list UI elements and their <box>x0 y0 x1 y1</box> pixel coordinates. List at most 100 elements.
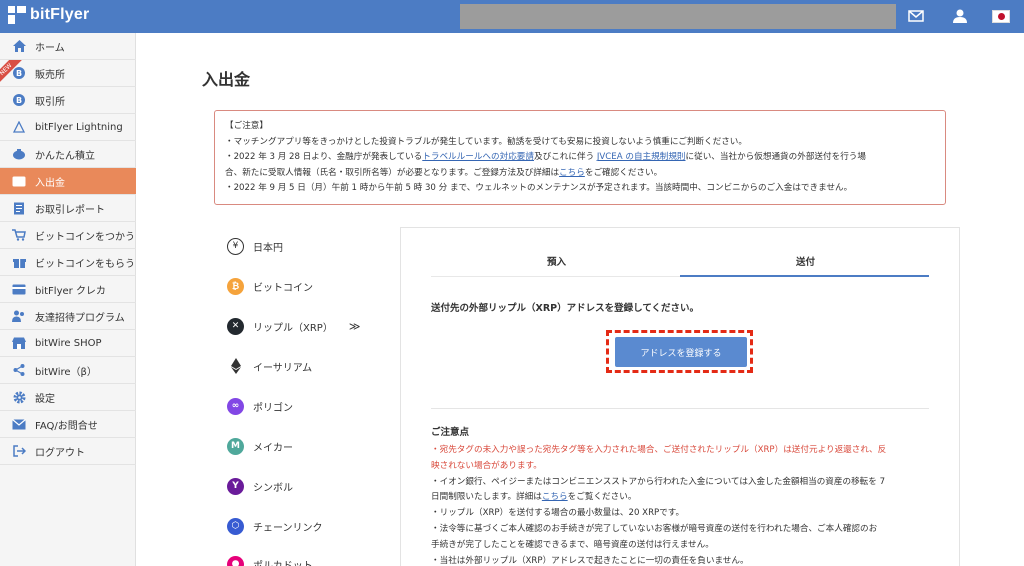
xrp-icon: ✕ <box>227 317 244 335</box>
currency-label: 日本円 <box>253 242 283 254</box>
sidebar-item-deposit-withdraw[interactable]: 入出金 <box>0 168 136 195</box>
notice-line: ・2022 年 3 月 28 日より、金融庁が発表しているトラベルルールへの対応… <box>225 150 935 166</box>
japan-flag-icon[interactable] <box>992 10 1010 23</box>
notice-line: ・マッチングアプリ等をきっかけとした投資トラブルが発生しています。勧誘を受けても… <box>225 136 747 147</box>
caution-item: ・イオン銀行、ペイジーまたはコンビニエンスストアから行われた入金については入金し… <box>431 476 886 487</box>
sidebar-item-logout[interactable]: ログアウト <box>0 438 136 465</box>
currency-item-ethereum[interactable]: イーサリアム <box>227 355 397 377</box>
sidebar-item-label: 設定 <box>35 393 55 405</box>
page-title: 入出金 <box>202 70 251 89</box>
currency-label: ビットコイン <box>253 282 313 294</box>
section-divider <box>431 408 929 409</box>
sidebar-item-trade-report[interactable]: お取引レポート <box>0 195 136 222</box>
sidebar-item-exchange[interactable]: B 取引所 <box>0 87 136 114</box>
bitcoin-coin-icon: B <box>12 93 26 107</box>
sidebar-item-label: bitFlyer Lightning <box>35 121 123 133</box>
sidebar-item-label: ビットコインをつかう <box>35 231 135 243</box>
caution-title: ご注意点 <box>431 427 470 438</box>
gear-icon <box>12 390 26 404</box>
notice-text: 及びこれに伴う <box>534 152 597 163</box>
sidebar-item-label: FAQ/お問合せ <box>35 420 98 432</box>
bitcoin-icon: ₿ <box>227 277 244 295</box>
shop-icon <box>12 336 26 350</box>
details-link[interactable]: こちら <box>559 168 585 178</box>
caution-item: 手続きが完了したことを確認できるまで、暗号資産の送付は行えません。 <box>431 539 714 550</box>
currency-label: イーサリアム <box>253 362 313 374</box>
sidebar-item-credit-card[interactable]: bitFlyer クレカ <box>0 276 136 303</box>
top-bar: bitFlyer <box>0 0 1024 33</box>
currency-label: リップル（XRP） <box>253 322 333 334</box>
sidebar-item-bitwire-beta[interactable]: bitWire（β） <box>0 357 136 384</box>
currency-item-chainlink[interactable]: ⬡ チェーンリンク <box>227 515 397 537</box>
friends-icon <box>12 309 26 323</box>
currency-item-bitcoin[interactable]: ₿ ビットコイン <box>227 275 397 297</box>
instruction-text: 送付先の外部リップル（XRP）アドレスを登録してください。 <box>431 303 700 314</box>
caution-item: ・法令等に基づくご本人確認のお手続きが完了していないお客様が暗号資産の送付を行わ… <box>431 523 878 534</box>
currency-item-symbol[interactable]: Y シンボル <box>227 475 397 497</box>
logout-icon <box>12 444 26 458</box>
notice-text: に従い、当社から仮想通貨の外部送付を行う場 <box>685 152 866 163</box>
caution-item: ・リップル（XRP）を送付する場合の最小数量は、20 XRPです。 <box>431 508 685 519</box>
sidebar-item-invite-friends[interactable]: 友達招待プログラム <box>0 303 136 330</box>
search-input[interactable] <box>460 4 896 29</box>
sidebar-item-label: かんたん積立 <box>35 150 95 162</box>
lightning-icon <box>12 120 26 134</box>
bitflyer-logo-icon <box>8 6 26 24</box>
travel-rule-link[interactable]: トラベルルールへの対応要請 <box>422 152 534 162</box>
user-icon[interactable] <box>952 9 968 23</box>
sidebar-item-get-bitcoin[interactable]: ビットコインをもらう <box>0 249 136 276</box>
currency-item-xrp[interactable]: ✕ リップル（XRP） ≫ <box>227 315 397 337</box>
caution-list: ・宛先タグの未入力や誤った宛先タグ等を入力された場合、ご送付されたリップル（XR… <box>431 443 931 566</box>
currency-item-maker[interactable]: M メイカー <box>227 435 397 457</box>
jvcea-rules-link[interactable]: JVCEA の自主規制規則 <box>597 152 686 162</box>
notice-line: 合、新たに受取人情報（氏名・取引所名等）が必要となります。ご登録方法及び詳細はこ… <box>225 166 935 182</box>
credit-card-icon <box>12 282 26 296</box>
chainlink-icon: ⬡ <box>227 517 244 535</box>
sidebar-item-kantan-tsumitate[interactable]: かんたん積立 <box>0 141 136 168</box>
sidebar-item-label: bitFlyer クレカ <box>35 285 106 297</box>
selected-arrow-icon: ≫ <box>348 319 361 333</box>
maker-icon: M <box>227 437 244 455</box>
sidebar-item-settings[interactable]: 設定 <box>0 384 136 411</box>
sidebar-item-sales[interactable]: NEW B 販売所 <box>0 60 136 87</box>
tab-send[interactable]: 送付 <box>796 254 815 268</box>
sidebar-item-label: bitWire SHOP <box>35 337 102 349</box>
bitflyer-logo[interactable]: bitFlyer <box>8 6 89 24</box>
tab-deposit[interactable]: 預入 <box>547 254 566 268</box>
currency-item-jpy[interactable]: ¥ 日本円 <box>227 235 397 257</box>
piggy-bank-icon <box>12 147 26 161</box>
sidebar: ホーム NEW B 販売所 B 取引所 bitFlyer Lightning か… <box>0 33 136 566</box>
caution-text: 日間制限いたします。詳細は <box>431 492 542 503</box>
symbol-icon: Y <box>227 477 244 495</box>
polkadot-icon: ● <box>227 555 244 566</box>
send-panel: 預入 送付 送付先の外部リップル（XRP）アドレスを登録してください。 アドレス… <box>400 227 960 566</box>
sidebar-item-label: ビットコインをもらう <box>35 258 135 270</box>
notice-line: ・2022 年 9 月 5 日（月）午前 1 時から午前 5 時 30 分 まで… <box>225 183 853 194</box>
sidebar-item-faq[interactable]: FAQ/お問合せ <box>0 411 136 438</box>
caution-item: 映されない場合があります。 <box>431 460 542 471</box>
currency-item-polygon[interactable]: ∞ ポリゴン <box>227 395 397 417</box>
currency-label: ポルカドット <box>253 560 313 566</box>
currency-label: メイカー <box>253 442 293 454</box>
caution-item: 日間制限いたします。詳細はこちらをご覧ください。 <box>431 490 931 506</box>
sidebar-item-label: 販売所 <box>35 69 65 81</box>
currency-item-polkadot[interactable]: ● ポルカドット <box>227 553 397 566</box>
sidebar-item-label: 入出金 <box>35 177 65 189</box>
wallet-icon <box>12 174 26 188</box>
notice-text: ・2022 年 3 月 28 日より、金融庁が発表している <box>225 152 423 163</box>
sidebar-item-home[interactable]: ホーム <box>0 33 136 60</box>
sidebar-item-label: 取引所 <box>35 96 65 108</box>
caution-item: ・当社は外部リップル（XRP）アドレスで起きたことに一切の責任を負いません。 <box>431 555 749 566</box>
mail-icon <box>12 417 26 431</box>
register-address-button[interactable]: アドレスを登録する <box>615 337 747 367</box>
logo-text: bitFlyer <box>30 6 90 23</box>
notice-text: 合、新たに受取人情報（氏名・取引所名等）が必要となります。ご登録方法及び詳細は <box>225 167 560 178</box>
currency-label: チェーンリンク <box>253 522 323 534</box>
mail-icon[interactable] <box>908 9 924 23</box>
sidebar-item-use-bitcoin[interactable]: ビットコインをつかう <box>0 222 136 249</box>
sidebar-item-lightning[interactable]: bitFlyer Lightning <box>0 114 136 141</box>
sidebar-item-label: お取引レポート <box>35 204 105 216</box>
notice-text: をご確認ください。 <box>584 167 663 178</box>
sidebar-item-bitwire-shop[interactable]: bitWire SHOP <box>0 330 136 357</box>
caution-details-link[interactable]: こちら <box>542 492 568 502</box>
